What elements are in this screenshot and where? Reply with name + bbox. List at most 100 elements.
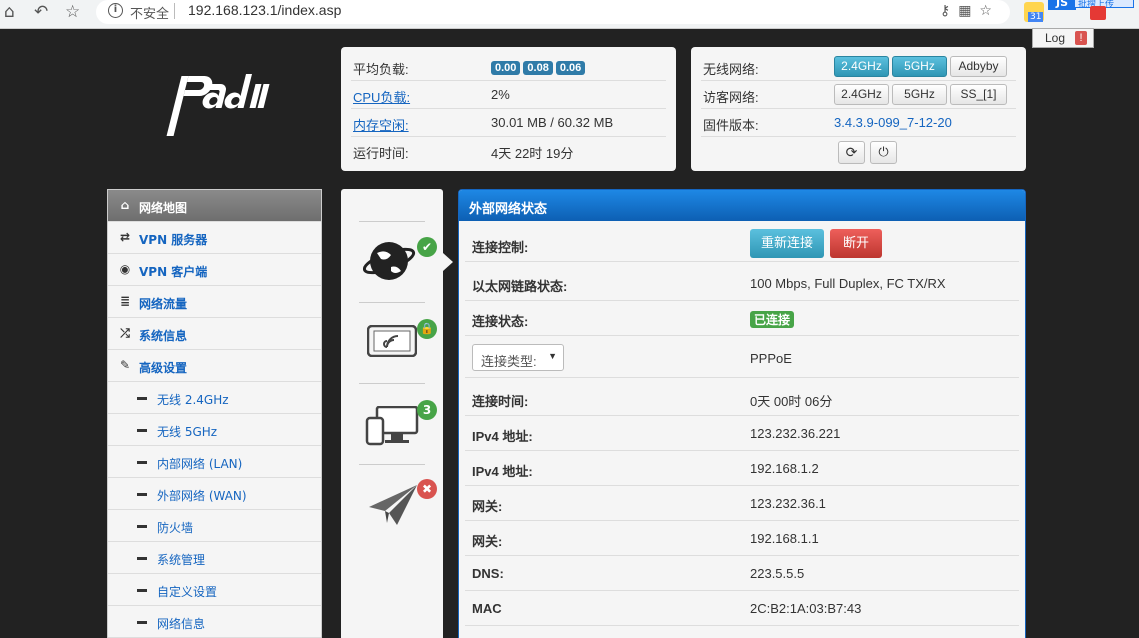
wan-status-panel: 外部网络状态 连接控制: 重新连接 断开 以太网链路状态: 100 Mbps, … <box>458 189 1026 638</box>
panel-title: 外部网络状态 <box>459 190 1025 221</box>
ethernet-status-row: 以太网链路状态: 100 Mbps, Full Duplex, FC TX/RX <box>465 266 1019 301</box>
dns-row: DNS: 223.5.5.5 <box>465 556 1019 591</box>
gateway-label: 网关: <box>472 534 503 549</box>
sidebar-item-lan[interactable]: 内部网络 (LAN) <box>108 446 321 478</box>
connected-check-icon: ✔ <box>417 237 437 257</box>
sidebar-item-vpn-server[interactable]: ⇄ VPN 服务器 <box>108 222 321 254</box>
gateway-label: 网关: <box>472 499 503 514</box>
reconnect-button[interactable]: 重新连接 <box>750 229 824 258</box>
cpu-load-row: CPU负载: 2% <box>351 81 666 109</box>
wireless-5ghz-button[interactable]: 5GHz <box>892 56 947 77</box>
gateway-value: 123.232.36.1 <box>750 496 826 511</box>
globe-icon: ◉ <box>119 262 131 276</box>
memory-free-value: 30.01 MB / 60.32 MB <box>491 115 614 130</box>
sidebar-item-label: 网络信息 <box>157 617 206 631</box>
firmware-version-link[interactable]: 3.4.3.9-099_7-12-20 <box>834 115 952 130</box>
dns-value: 223.5.5.5 <box>750 566 805 581</box>
extension-badge: 31 <box>1028 12 1044 22</box>
wrench-icon: ✎ <box>119 358 131 372</box>
home-icon[interactable]: ⌂ <box>4 2 15 22</box>
sidebar-item-custom[interactable]: 自定义设置 <box>108 574 321 606</box>
sidebar-item-vpn-client[interactable]: ◉ VPN 客户端 <box>108 254 321 286</box>
sidebar-item-admin[interactable]: 系统管理 <box>108 542 321 574</box>
sidebar-item-wan[interactable]: 外部网络 (WAN) <box>108 478 321 510</box>
star-icon[interactable]: ☆ <box>65 2 80 22</box>
random-icon: ⤮ <box>120 326 130 340</box>
disconnected-x-icon: ✖ <box>417 479 437 499</box>
guest-row: 访客网络: 2.4GHz 5GHz SS_[1] <box>701 81 1016 109</box>
memory-free-link[interactable]: 内存空闲: <box>353 115 409 134</box>
browser-toolbar: ⌂ ↶ ☆ i 不安全 192.168.123.1/index.asp ⚷▦☆ … <box>0 0 1139 29</box>
firmware-row: 固件版本: 3.4.3.9-099_7-12-20 <box>701 109 1016 137</box>
sidebar-item-system-info[interactable]: ⤮ 系统信息 <box>108 318 321 350</box>
sidebar-item-firewall[interactable]: 防火墙 <box>108 510 321 542</box>
system-stats-panel: 平均负载: 0.00 0.08 0.06 CPU负载: 2% 内存空闲: 30.01… <box>341 47 676 171</box>
power-icon[interactable]: ⏻ <box>870 141 897 164</box>
sidebar-item-label: 外部网络 (WAN) <box>157 489 247 503</box>
logo <box>160 66 280 146</box>
load-badge-1: 0.00 <box>491 61 521 75</box>
sidebar-item-wireless-24[interactable]: 无线 2.4GHz <box>108 382 321 414</box>
time-value: 0天 00时 06分 <box>750 394 833 409</box>
cpu-load-value: 2% <box>491 87 510 102</box>
clients-devices-icon[interactable] <box>365 405 419 446</box>
sidebar-item-label: 系统管理 <box>157 553 206 567</box>
divider <box>359 464 425 465</box>
status-badge: 已连接 <box>750 311 795 328</box>
usb-paper-plane-icon[interactable] <box>367 483 419 527</box>
sidebar-item-label: 高级设置 <box>139 361 188 375</box>
load-badge-5: 0.08 <box>523 61 553 75</box>
info-icon[interactable]: i <box>108 3 123 18</box>
adbyby-button[interactable]: Adbyby <box>950 56 1007 77</box>
ethernet-value: 100 Mbps, Full Duplex, FC TX/RX <box>750 276 946 291</box>
wireless-tablet-icon[interactable] <box>366 324 418 359</box>
caret-down-icon: ▼ <box>548 351 557 361</box>
sidebar-item-label: 网络地图 <box>139 201 188 215</box>
log-label: Log <box>1045 31 1066 45</box>
firmware-label: 固件版本: <box>703 118 759 133</box>
gateway-row: 网关: 123.232.36.1 <box>465 486 1019 521</box>
ss-button[interactable]: SS_[1] <box>950 84 1007 105</box>
sidebar-item-label: 无线 2.4GHz <box>157 393 229 407</box>
dash-icon <box>137 621 147 624</box>
load-badge-15: 0.06 <box>555 61 586 75</box>
undo-icon[interactable]: ↶ <box>34 2 48 22</box>
address-bar[interactable]: i 不安全 192.168.123.1/index.asp ⚷▦☆ <box>96 0 1010 24</box>
sidebar-item-network-info[interactable]: 网络信息 <box>108 606 321 638</box>
log-button[interactable]: Log ! <box>1032 28 1094 48</box>
url-text[interactable]: 192.168.123.1/index.asp <box>188 2 341 18</box>
sidebar-item-label: 网络流量 <box>139 297 188 311</box>
sidebar-item-traffic[interactable]: ≣ 网络流量 <box>108 286 321 318</box>
internet-globe-icon[interactable] <box>362 233 423 293</box>
connection-time-row: 连接时间: 0天 00时 06分 <box>465 381 1019 416</box>
url-action-icons[interactable]: ⚷▦☆ <box>940 3 1000 19</box>
guest-24ghz-button[interactable]: 2.4GHz <box>834 84 889 105</box>
connection-type-select[interactable]: 连接类型: ▼ <box>472 344 564 371</box>
extension-icon[interactable]: JS <box>1048 0 1076 10</box>
list-icon: ≣ <box>119 294 131 308</box>
red-extension-icon[interactable] <box>1090 6 1106 20</box>
uptime-row: 运行时间: 4天 22时 19分 <box>351 137 666 165</box>
ipv4-label: IPv4 地址: <box>472 464 533 479</box>
mac-label: MAC <box>472 601 502 616</box>
sidebar-item-advanced[interactable]: ✎ 高级设置 <box>108 350 321 382</box>
sidebar-item-network-map[interactable]: ⌂ 网络地图 <box>108 190 321 222</box>
connection-type-row: 连接类型: ▼ PPPoE <box>465 336 1019 378</box>
lock-icon: 🔒 <box>417 319 437 339</box>
refresh-icon[interactable]: ⟳ <box>838 141 865 164</box>
home-icon: ⌂ <box>120 198 130 212</box>
ipv4-row-2: IPv4 地址: 192.168.1.2 <box>465 451 1019 486</box>
guest-label: 访客网络: <box>703 90 759 105</box>
connection-status-row: 连接状态: 已连接 <box>465 301 1019 336</box>
disconnect-button[interactable]: 断开 <box>830 229 882 258</box>
wireless-panel: 无线网络: 2.4GHz 5GHz Adbyby 访客网络: 2.4GHz 5G… <box>691 47 1026 171</box>
cpu-load-link[interactable]: CPU负载: <box>353 87 410 106</box>
guest-5ghz-button[interactable]: 5GHz <box>892 84 947 105</box>
sidebar-item-label: 系统信息 <box>139 329 188 343</box>
wireless-row: 无线网络: 2.4GHz 5GHz Adbyby <box>701 53 1016 81</box>
uptime-value: 4天 22时 19分 <box>491 146 574 161</box>
sidebar-item-label: 自定义设置 <box>157 585 218 599</box>
sidebar-item-wireless-5[interactable]: 无线 5GHz <box>108 414 321 446</box>
wireless-24ghz-button[interactable]: 2.4GHz <box>834 56 889 77</box>
log-alert-icon: ! <box>1075 31 1087 45</box>
